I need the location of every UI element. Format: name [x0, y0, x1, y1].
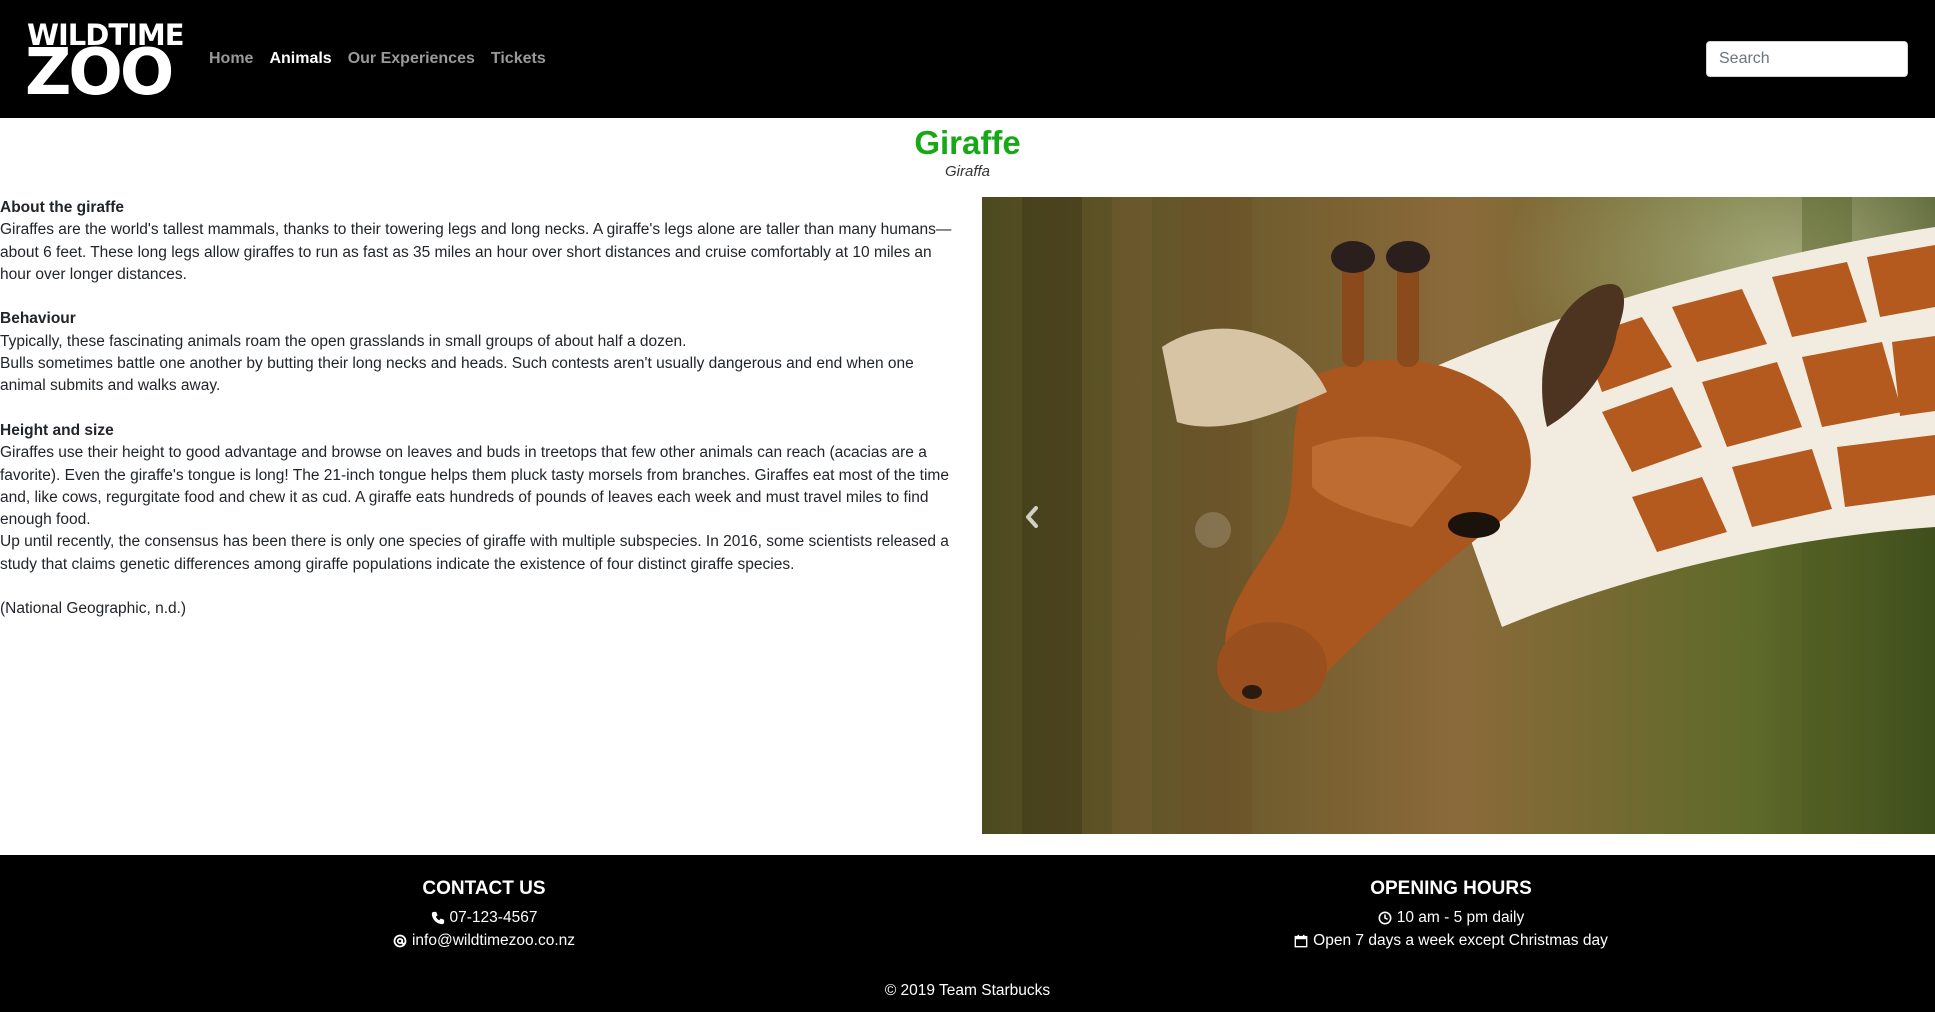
animal-info: About the giraffe Giraffes are the world… — [0, 197, 955, 621]
search-input[interactable] — [1706, 41, 1908, 77]
chevron-left-icon — [1026, 506, 1038, 528]
opening-hours-section: OPENING HOURS 10 am - 5 pm daily Open 7 … — [1151, 877, 1751, 952]
hours-line: 10 am - 5 pm daily — [1151, 907, 1751, 930]
section-heading-behaviour: Behaviour — [0, 310, 76, 328]
giraffe-photo — [982, 197, 1935, 834]
calendar-icon — [1294, 934, 1308, 948]
nav-home[interactable]: Home — [209, 48, 253, 70]
behaviour-paragraph-2: Bulls sometimes battle one another by bu… — [0, 355, 914, 395]
animal-image-carousel[interactable] — [982, 197, 1935, 834]
section-heading-height: Height and size — [0, 421, 114, 439]
copyright: © 2019 Team Starbucks — [884, 982, 1051, 999]
contact-title: CONTACT US — [422, 878, 546, 899]
navbar: WILDTIME ZOO Home Animals Our Experience… — [0, 0, 1935, 118]
hours-title: OPENING HOURS — [1370, 878, 1532, 899]
days-line: Open 7 days a week except Christmas day — [1151, 930, 1751, 953]
carousel-indicator[interactable] — [1195, 512, 1231, 548]
page-title: Giraffe — [914, 124, 1021, 161]
height-paragraph-2: Up until recently, the consensus has bee… — [0, 533, 949, 573]
nav-animals[interactable]: Animals — [269, 48, 331, 70]
at-icon — [393, 934, 407, 948]
citation: (National Geographic, n.d.) — [0, 600, 187, 618]
contact-section: CONTACT US 07-123-4567 info@wildtimezoo.… — [184, 877, 784, 952]
main-nav: Home Animals Our Experiences Tickets — [209, 48, 546, 70]
zoo-logo[interactable]: WILDTIME ZOO — [25, 16, 185, 108]
behaviour-paragraph-1: Typically, these fascinating animals roa… — [0, 332, 687, 350]
email-address[interactable]: info@wildtimezoo.co.nz — [412, 930, 575, 953]
days-text: Open 7 days a week except Christmas day — [1313, 931, 1608, 949]
hours-text: 10 am - 5 pm daily — [1396, 909, 1525, 926]
nav-our-experiences[interactable]: Our Experiences — [348, 48, 475, 70]
section-heading-about: About the giraffe — [0, 199, 124, 216]
footer: CONTACT US 07-123-4567 info@wildtimezoo.… — [0, 855, 1935, 1012]
logo-bottom-text: ZOO — [25, 36, 174, 110]
clock-icon — [1378, 911, 1392, 925]
phone-line: 07-123-4567 — [184, 907, 784, 930]
about-paragraph: Giraffes are the world's tallest mammals… — [0, 221, 952, 283]
height-paragraph-1: Giraffes use their height to good advant… — [0, 444, 949, 529]
phone-icon — [431, 912, 444, 925]
email-line: info@wildtimezoo.co.nz — [184, 930, 784, 953]
phone-number[interactable]: 07-123-4567 — [450, 907, 538, 930]
nav-tickets[interactable]: Tickets — [491, 48, 546, 70]
carousel-prev-button[interactable] — [1012, 497, 1052, 537]
scientific-name: Giraffa — [944, 163, 990, 180]
